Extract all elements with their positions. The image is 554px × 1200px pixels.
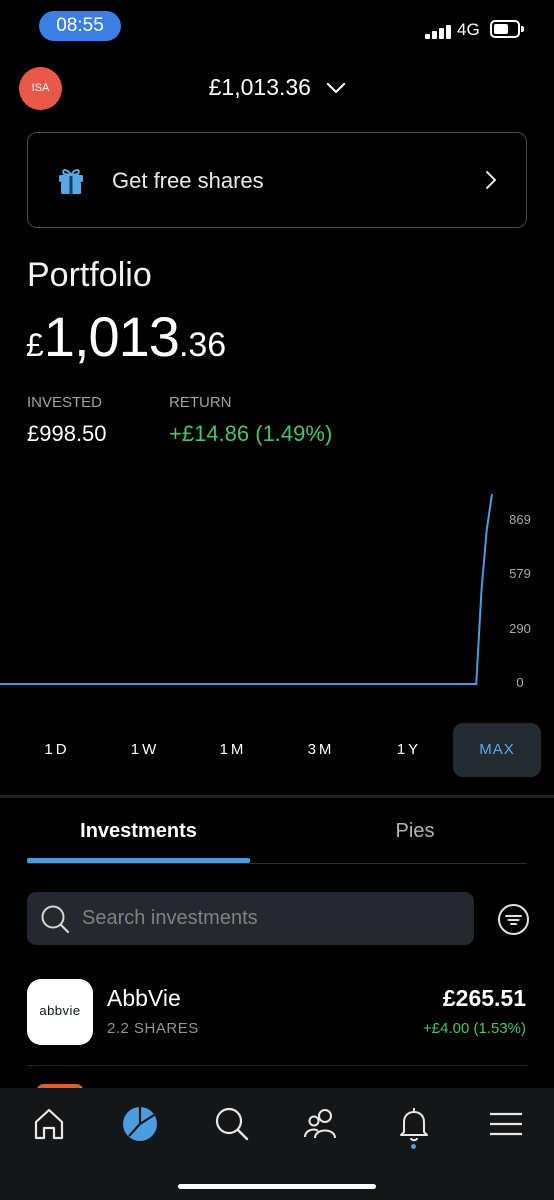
portfolio-value-decimal: .36 [178,326,227,364]
y-tick-label: 579 [509,566,531,582]
active-tab-indicator [27,858,250,863]
chevron-right-icon [486,171,496,194]
filter-icon [505,915,522,925]
y-tick-label: 869 [509,512,531,527]
home-icon[interactable] [29,1104,69,1144]
network-type: 4G [457,20,480,39]
bell-icon[interactable] [394,1104,434,1144]
portfolio-value: £1,013.36 [26,304,226,369]
timeframe-1y[interactable]: 1Y [365,723,453,777]
search-nav-icon[interactable] [212,1104,252,1144]
return-value: +£14.86 (1.49%) [169,421,333,446]
timeframe-1w[interactable]: 1W [101,723,189,777]
chevron-down-icon [327,73,346,100]
menu-icon[interactable] [486,1104,526,1144]
notification-dot [411,1144,416,1149]
portfolio-chart[interactable]: 869 579 290 0 [0,480,554,700]
search-icon [40,904,70,939]
account-value-selector[interactable]: £1,013.36 [0,74,554,101]
y-tick-label: 290 [509,620,531,636]
timeframe-3m[interactable]: 3M [277,723,365,777]
portfolio-chart-svg [0,493,493,685]
free-shares-card[interactable]: Get free shares [27,132,527,228]
y-tick-label: 0 [516,675,524,690]
search-investments-input[interactable]: Search investments [27,892,474,945]
holding-shares: 2.2 SHARES [107,1020,199,1037]
bottom-nav [0,1088,554,1200]
timeframe-max[interactable]: MAX [453,723,541,777]
battery-icon [490,20,524,38]
timeframe-selector: 1D 1W 1M 3M 1Y MAX [13,723,541,777]
gift-icon [57,165,85,200]
portfolio-value-main: 1,013 [43,305,180,368]
pie-chart-icon[interactable] [120,1104,160,1144]
portfolio-series-line [0,493,493,685]
invested-value: £998.50 [27,421,107,446]
invested-label: INVESTED [27,394,103,411]
timeframe-1d[interactable]: 1D [13,723,101,777]
timeframe-1m[interactable]: 1M [189,723,277,777]
search-placeholder: Search investments [82,907,258,929]
holding-value: £265.51 [442,985,526,1011]
home-indicator [178,1184,376,1189]
return-label: RETURN [169,394,232,411]
status-bar: 08:55 4G [0,0,554,56]
tab-divider [27,863,527,864]
holding-change: +£4.00 (1.53%) [423,1020,526,1037]
row-divider [27,1065,527,1066]
holding-name: AbbVie [107,985,181,1011]
portfolio-title: Portfolio [27,256,152,294]
status-time: 08:55 [39,11,121,41]
free-shares-label: Get free shares [112,168,264,193]
tab-pies[interactable]: Pies [305,820,525,843]
account-total-value: £1,013.36 [208,74,311,100]
abbvie-logo: abbvie [27,979,93,1045]
portfolio-currency: £ [26,327,44,363]
filter-button[interactable] [498,904,529,935]
section-divider [0,795,554,798]
signal-icon [425,23,451,39]
tab-investments[interactable]: Investments [27,820,250,843]
holding-logo-text: abbvie [39,1003,81,1018]
community-icon[interactable] [302,1104,342,1144]
